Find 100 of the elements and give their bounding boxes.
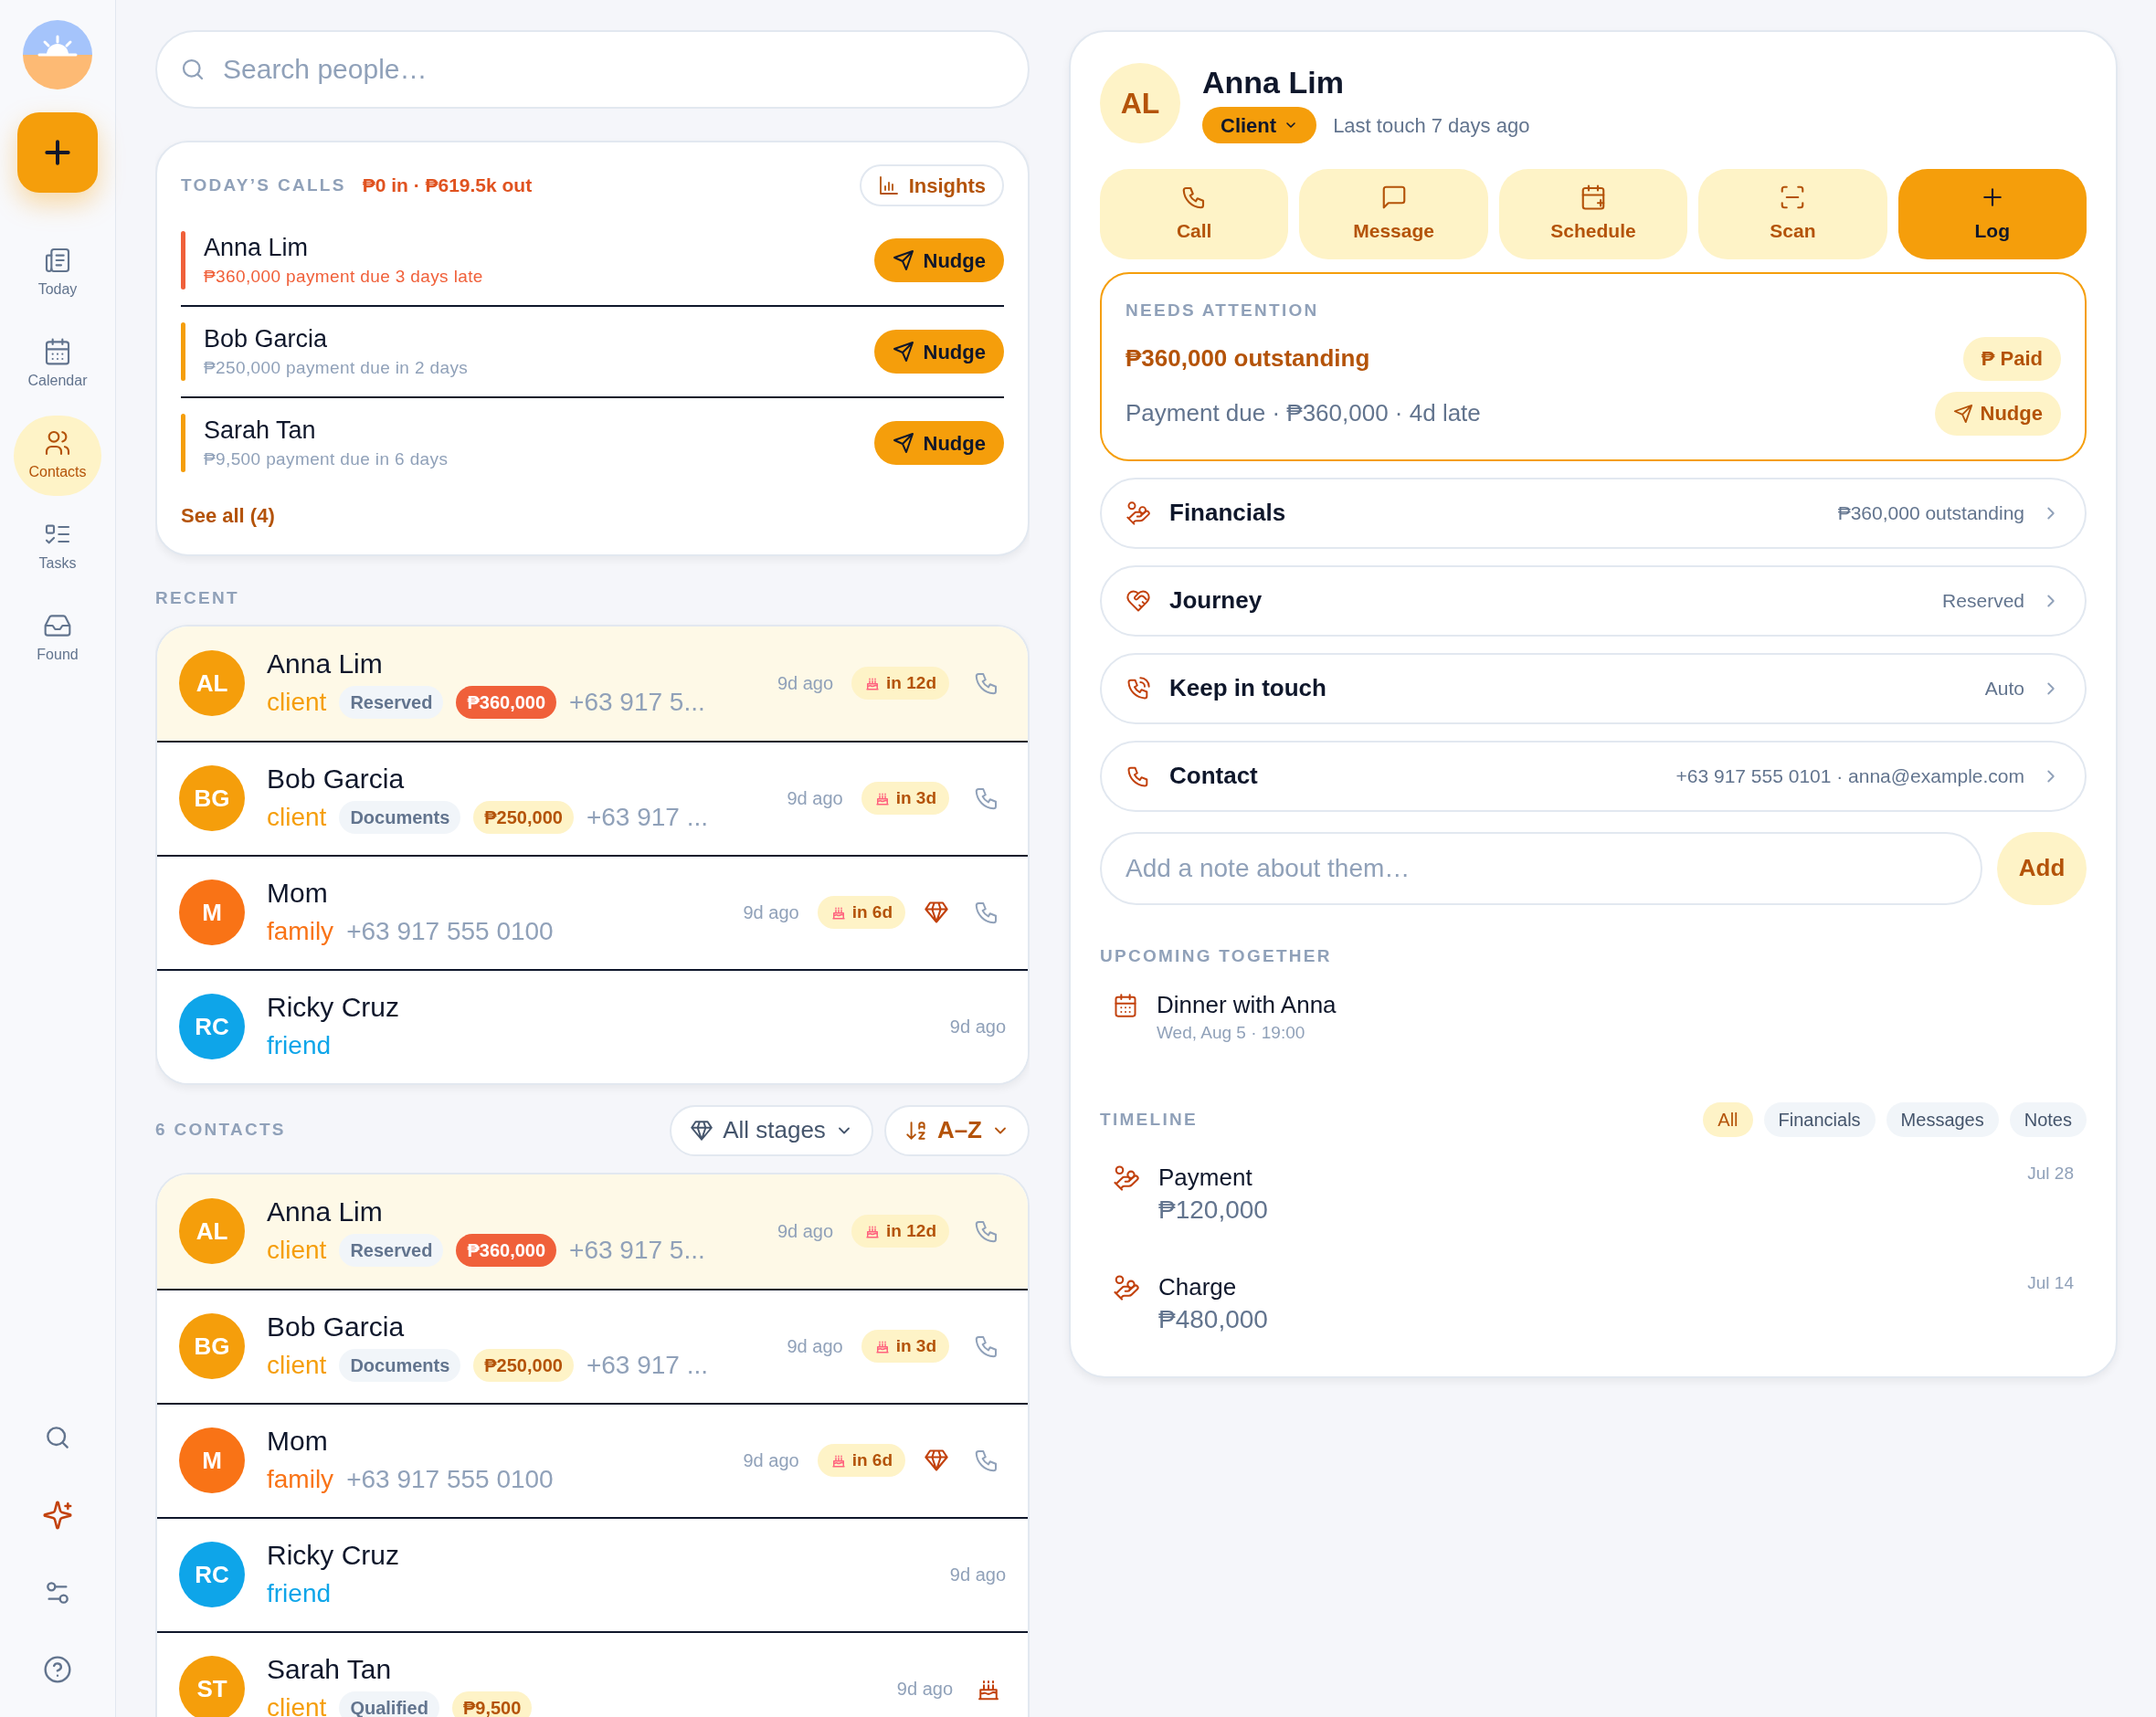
nav-item[interactable]: Contacts (14, 416, 101, 496)
contact-row[interactable]: ST Sarah Tan client Qualified ₱9,500 9d ago (157, 1630, 1028, 1717)
birthday-tag: in 3d (861, 782, 949, 815)
search-field[interactable]: Search people… (155, 30, 1030, 109)
last-contact-time: 9d ago (743, 901, 799, 924)
payment-detail: Payment due · ₱360,000 · 4d late (1126, 398, 1481, 428)
nav-item[interactable]: Today (14, 233, 101, 313)
relation-label: client (267, 802, 327, 833)
stage-tag: Reserved (339, 1234, 444, 1267)
add-button[interactable] (17, 112, 98, 193)
detail-row[interactable]: Journey Reserved (1100, 564, 2087, 637)
phone-call-icon (1126, 675, 1151, 701)
sunrise-logo[interactable] (23, 20, 92, 90)
caller-name: Bob Garcia (204, 324, 329, 354)
timeline-date: Jul 28 (2027, 1163, 2074, 1185)
contact-row[interactable]: BG Bob Garcia client Documents ₱250,000 +63 917 ... 9d ago in 3d (157, 740, 1028, 855)
contact-name: Ricky Cruz (267, 1539, 399, 1572)
action-button[interactable]: Call (1100, 169, 1289, 259)
action-button[interactable]: Log (1897, 169, 2087, 259)
relation-label: friend (267, 1030, 332, 1061)
add-note-button[interactable]: Add (1997, 831, 2087, 905)
relation-label: client (267, 687, 327, 718)
contact-row[interactable]: AL Anna Lim client Reserved ₱360,000 +63 917 5... 9d ago in 12d (157, 626, 1028, 741)
phone-number: +63 917 555 0100 (346, 916, 554, 947)
sparkles-icon (42, 1500, 73, 1531)
avatar: M (179, 880, 245, 945)
phone-number: +63 917 555 0100 (346, 1464, 554, 1495)
note-field[interactable]: Add a note about them… (1100, 831, 1982, 905)
paid-button[interactable]: ₱ Paid (1962, 336, 2061, 381)
stage-tag: Reserved (339, 686, 444, 719)
filter-chip[interactable]: All (1703, 1102, 1753, 1137)
nudge-button[interactable]: Nudge (873, 421, 1004, 465)
calls-summary: ₱0 in · ₱619.5k out (362, 174, 533, 198)
calendar-icon (1113, 993, 1138, 1018)
amount-tag: ₱250,000 (473, 1349, 574, 1382)
see-all-link[interactable]: See all (4) (181, 500, 1004, 531)
detail-row[interactable]: Contact +63 917 555 0101 · anna@example.com (1100, 740, 2087, 812)
section-title: NEEDS ATTENTION (1126, 300, 1320, 321)
caller-name: Sarah Tan (204, 416, 317, 446)
relation-label: family (267, 916, 334, 947)
contact-name: Sarah Tan (267, 1653, 393, 1686)
birthday-tag: in 3d (861, 1330, 949, 1363)
contact-row[interactable]: RC Ricky Cruz friend 9d ago (157, 968, 1028, 1083)
action-button[interactable]: Scan (1698, 169, 1887, 259)
last-touch: Last touch 7 days ago (1333, 112, 1530, 139)
avatar: AL (179, 1198, 245, 1264)
action-button[interactable]: Schedule (1498, 169, 1688, 259)
stage-tag: Documents (339, 801, 461, 834)
stage-tag: Qualified (339, 1691, 439, 1717)
hand-coins-icon (1113, 1164, 1140, 1192)
amount-tag: ₱360,000 (456, 1234, 557, 1267)
amount-tag: ₱250,000 (473, 801, 574, 834)
contact-row[interactable]: M Mom family +63 917 555 0100 9d ago in 6d (157, 854, 1028, 969)
nav-item[interactable]: Found (14, 598, 101, 679)
avatar: BG (179, 1313, 245, 1379)
detail-row[interactable]: Financials ₱360,000 outstanding (1100, 477, 2087, 549)
section-title: TIMELINE (1100, 1108, 1198, 1131)
section-title: RECENT (155, 587, 240, 609)
action-button[interactable]: Message (1299, 169, 1488, 259)
contact-row[interactable]: AL Anna Lim client Reserved ₱360,000 +63 917 5... 9d ago in 12d (157, 1174, 1028, 1289)
timeline-title: Charge (1158, 1272, 1238, 1302)
filter-chip[interactable]: Financials (1763, 1102, 1876, 1137)
calendar-icon (43, 337, 72, 366)
payment-detail: ₱250,000 payment due in 2 days (204, 357, 469, 379)
filter-chip[interactable]: Messages (1886, 1102, 1999, 1137)
filter-chip[interactable]: Notes (2009, 1102, 2087, 1137)
profile-name: Anna Lim (1202, 64, 1345, 101)
newspaper-icon (43, 246, 72, 275)
detail-row[interactable]: Keep in touch Auto (1100, 652, 2087, 724)
relation-label: client (267, 1235, 327, 1266)
caller-name: Anna Lim (204, 233, 310, 263)
sort-button[interactable]: A–Z (883, 1104, 1030, 1156)
sparkle-button[interactable] (42, 1500, 73, 1531)
type-dropdown[interactable]: Client (1202, 107, 1317, 143)
hand-coins-icon (1126, 500, 1151, 526)
nudge-button[interactable]: Nudge (1934, 391, 2061, 436)
nudge-button[interactable]: Nudge (873, 238, 1004, 282)
avatar: RC (179, 1542, 245, 1607)
contact-name: Bob Garcia (267, 1311, 406, 1343)
avatar: AL (1100, 63, 1180, 143)
avatar: AL (179, 650, 245, 716)
help-button[interactable] (43, 1655, 72, 1684)
timeline-amount: ₱480,000 (1158, 1304, 1268, 1335)
nudge-button[interactable]: Nudge (873, 330, 1004, 374)
calendar-plus-icon (1580, 183, 1607, 211)
phone-number: +63 917 5... (569, 1235, 705, 1266)
avatar: M (179, 1427, 245, 1493)
contact-name: Anna Lim (267, 1196, 384, 1228)
birthday-tag: in 12d (851, 667, 949, 700)
nav-item[interactable]: Calendar (14, 324, 101, 405)
bar-chart-icon (877, 174, 900, 196)
last-contact-time: 9d ago (896, 1678, 953, 1701)
contact-name: Mom (267, 877, 329, 910)
stage-filter[interactable]: All stages (670, 1104, 873, 1156)
last-contact-time: 9d ago (743, 1449, 799, 1472)
birthday-tag: in 6d (817, 896, 905, 929)
phone-number: +63 917 ... (586, 802, 709, 833)
insights-button[interactable]: Insights (859, 164, 1004, 206)
gem-icon (690, 1118, 714, 1143)
nav-item[interactable]: Tasks (14, 507, 101, 587)
